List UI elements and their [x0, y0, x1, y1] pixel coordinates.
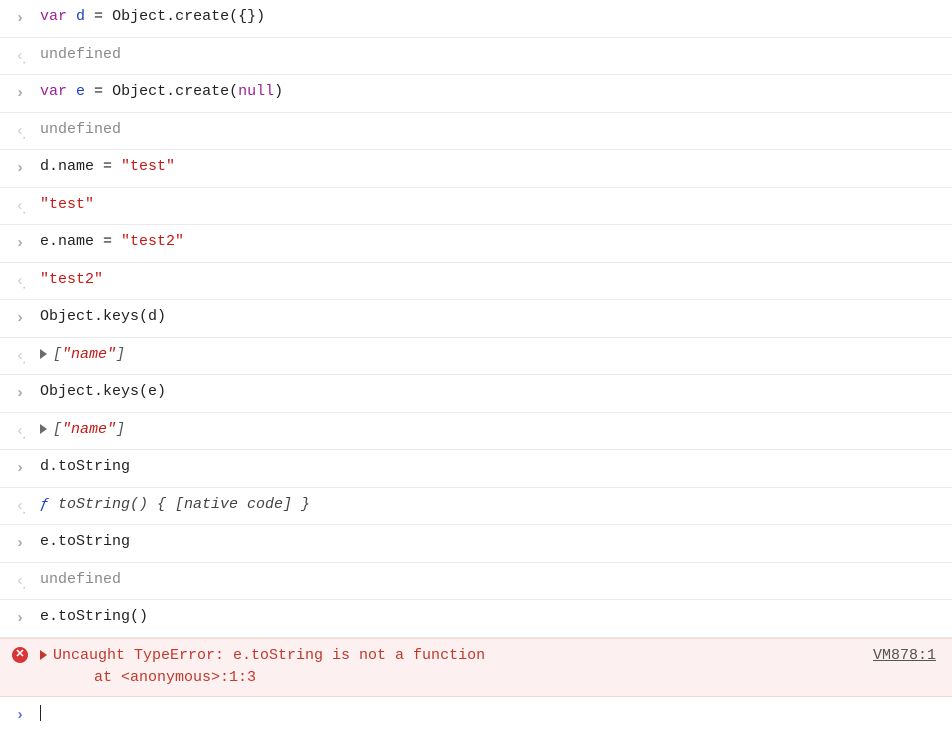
output-prompt-icon: ‹	[6, 419, 34, 444]
input-prompt-icon: ›	[6, 381, 34, 406]
console-error-row: ✕ Uncaught TypeError: e.toString is not …	[0, 638, 952, 697]
console-input-code[interactable]: e.toString	[34, 531, 944, 554]
input-prompt-icon: ›	[6, 6, 34, 31]
error-icon: ✕	[6, 645, 34, 663]
console-input-code[interactable]: Object.keys(d)	[34, 306, 944, 329]
console-output: "test2"	[34, 269, 944, 292]
console-input-code[interactable]: e.toString()	[34, 606, 944, 629]
output-prompt-icon: ‹	[6, 269, 34, 294]
console-output-row: ‹ ["name"]	[0, 338, 952, 376]
error-stack: at <anonymous>:1:3	[40, 669, 256, 686]
console-input-code[interactable]: e.name = "test2"	[34, 231, 944, 254]
console-current-input[interactable]	[34, 703, 944, 726]
console-input-code[interactable]: d.name = "test"	[34, 156, 944, 179]
console-output: "test"	[34, 194, 944, 217]
console-input-code[interactable]: var d = Object.create({})	[34, 6, 944, 29]
console-input-row: › e.toString()	[0, 600, 952, 638]
console-output-row: ‹ ƒ toString() { [native code] }	[0, 488, 952, 526]
console-input-row: › e.toString	[0, 525, 952, 563]
console-input-row: › Object.keys(e)	[0, 375, 952, 413]
console-input-row: › Object.keys(d)	[0, 300, 952, 338]
console-output: undefined	[34, 119, 944, 142]
expand-triangle-icon[interactable]	[40, 349, 47, 359]
console-input-row: › var d = Object.create({})	[0, 0, 952, 38]
console-output-expandable[interactable]: ["name"]	[34, 419, 944, 442]
output-prompt-icon: ‹	[6, 44, 34, 69]
console-input-row: › d.toString	[0, 450, 952, 488]
console-input-code[interactable]: Object.keys(e)	[34, 381, 944, 404]
expand-triangle-icon[interactable]	[40, 650, 47, 660]
output-prompt-icon: ‹	[6, 494, 34, 519]
console-input-row: › d.name = "test"	[0, 150, 952, 188]
input-prompt-icon: ›	[6, 81, 34, 106]
console-output: undefined	[34, 44, 944, 67]
input-prompt-icon: ›	[6, 456, 34, 481]
output-prompt-icon: ‹	[6, 344, 34, 369]
console-current-input-row[interactable]: ›	[0, 697, 952, 733]
output-prompt-icon: ‹	[6, 194, 34, 219]
output-prompt-icon: ‹	[6, 569, 34, 594]
console-output-row: ‹ undefined	[0, 113, 952, 151]
console-output-row: ‹ undefined	[0, 563, 952, 601]
console-input-code[interactable]: var e = Object.create(null)	[34, 81, 944, 104]
console-output: undefined	[34, 569, 944, 592]
console-error-expandable[interactable]: Uncaught TypeError: e.toString is not a …	[34, 645, 873, 690]
current-prompt-icon: ›	[6, 703, 34, 728]
console-output-row: ‹ ["name"]	[0, 413, 952, 451]
input-prompt-icon: ›	[6, 156, 34, 181]
text-cursor	[40, 705, 41, 721]
error-message: Uncaught TypeError: e.toString is not a …	[53, 647, 485, 664]
console-output-expandable[interactable]: ["name"]	[34, 344, 944, 367]
input-prompt-icon: ›	[6, 231, 34, 256]
input-prompt-icon: ›	[6, 606, 34, 631]
console-output: ƒ toString() { [native code] }	[34, 494, 944, 517]
console-input-row: › var e = Object.create(null)	[0, 75, 952, 113]
input-prompt-icon: ›	[6, 531, 34, 556]
expand-triangle-icon[interactable]	[40, 424, 47, 434]
output-prompt-icon: ‹	[6, 119, 34, 144]
console-output-row: ‹ "test"	[0, 188, 952, 226]
input-prompt-icon: ›	[6, 306, 34, 331]
console-output-row: ‹ "test2"	[0, 263, 952, 301]
console-input-code[interactable]: d.toString	[34, 456, 944, 479]
console-input-row: › e.name = "test2"	[0, 225, 952, 263]
error-source-link[interactable]: VM878:1	[873, 645, 944, 668]
console-output-row: ‹ undefined	[0, 38, 952, 76]
